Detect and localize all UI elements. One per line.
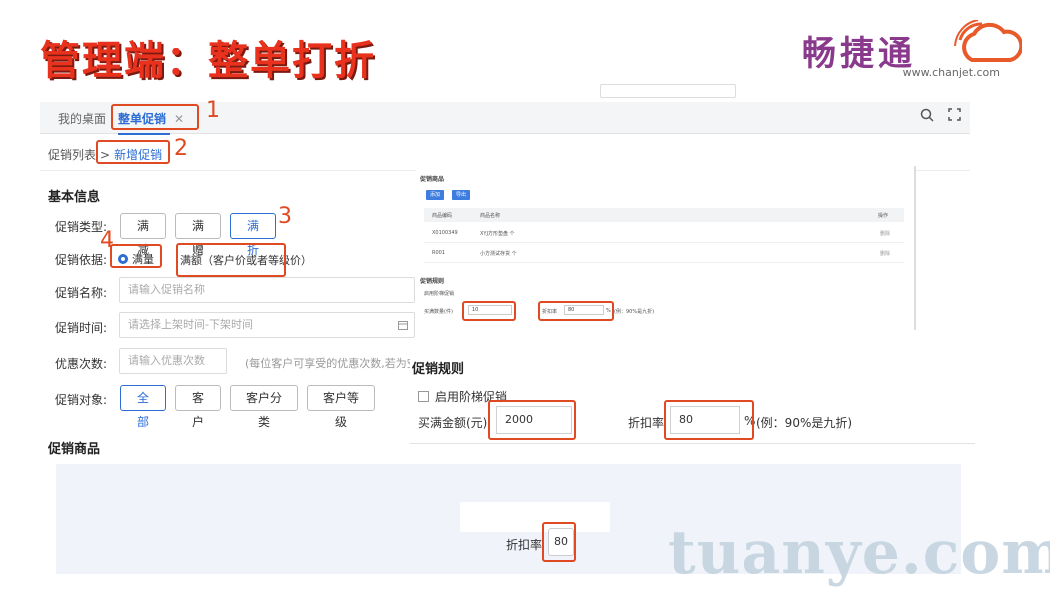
highlight-breadcrumb [96,140,170,164]
mini-add-button[interactable]: 添加 [426,190,444,200]
mini-row-divider [424,262,904,263]
mini-row-delete[interactable]: 删除 [880,230,890,237]
highlight-bottom-rate [542,522,576,562]
mini-row-divider [424,242,904,243]
target-customer-button[interactable]: 客户 [175,385,221,429]
highlight-mini-rate [538,301,614,321]
annotation-2: 2 [174,136,188,161]
promo-time-label: 促销时间: [55,321,108,335]
highlight-rate [664,400,754,440]
basic-info-heading: 基本信息 [48,190,101,205]
mini-row-code: R001 [432,250,446,256]
mini-header-name: 商品名称 [480,213,501,219]
slide-title: 管理端：整单打折 [40,38,376,84]
mini-row-delete[interactable]: 删除 [880,250,890,257]
mini-header-op: 操作 [878,213,889,219]
highlight-basis-amount [176,243,286,277]
promo-name-input[interactable]: 请输入促销名称 [119,277,415,303]
top-strip [40,84,970,100]
highlight-tab [111,104,199,130]
highlight-mini-qty [462,301,516,321]
annotation-3: 3 [278,204,292,229]
mini-ladder-checkbox[interactable]: 启用阶梯促销 [424,290,454,297]
bottom-card [460,502,610,532]
highlight-amount [488,400,576,440]
type-full-reduce-button[interactable]: 满减 [120,213,166,257]
checkbox-icon [418,391,429,402]
promo-target-label: 促销对象: [55,393,108,407]
cloud-logo-icon [954,20,1022,62]
promo-times-input[interactable]: 请输入优惠次数 [119,348,227,374]
rules-panel: 促销规则 启用阶梯促销 买满金额(元) 2000 折扣率 80 % (例：90%… [410,340,975,444]
mini-products-title: 促销商品 [420,176,445,183]
mini-hint: (例：90%是九折) [614,309,655,315]
tab-home[interactable]: 我的桌面 [58,110,106,127]
target-customer-category-button[interactable]: 客户分类 [230,385,298,429]
target-customer-level-button[interactable]: 客户等级 [307,385,375,429]
logo-url: www.chanjet.com [902,66,1000,79]
products-heading: 促销商品 [48,442,101,457]
type-full-gift-button[interactable]: 满赠 [175,213,221,257]
logo-name: 畅捷通 [802,34,916,74]
annotation-1: 1 [206,98,220,123]
rules-title: 促销规则 [412,362,465,377]
fullscreen-icon[interactable] [948,108,961,125]
mini-row-name: XYJ方形垫盘 个 [480,231,515,237]
mini-rules-title: 促销规则 [420,278,445,285]
promo-times-label: 优惠次数: [55,357,108,371]
bottom-rate-label: 折扣率 [506,538,543,552]
mini-preview: 促销商品 添加 导出 商品编码 商品名称 操作 X0100349 XYJ方形垫盘… [416,166,916,330]
promo-name-label: 促销名称: [55,286,108,300]
rate-hint: (例：90%是九折) [756,416,853,430]
annotation-4: 4 [100,228,114,253]
mini-row-code: X0100349 [432,230,458,236]
type-full-discount-button[interactable]: 满折 [230,213,276,257]
promo-basis-label: 促销依据: [55,253,108,267]
mini-header-code: 商品编码 [432,213,453,219]
search-icon[interactable] [920,108,934,126]
chanjet-logo: 畅捷通 www.chanjet.com [802,20,1022,80]
highlight-basis-qty [110,244,162,268]
watermark: tuanye.com [668,518,1050,588]
rate-label: 折扣率 [628,416,665,430]
promo-time-input[interactable]: 请选择上架时间-下架时间 [119,312,415,338]
breadcrumb-parent[interactable]: 促销列表 [48,148,96,162]
mini-export-button[interactable]: 导出 [452,190,470,200]
calendar-icon [398,321,408,330]
promo-time-placeholder: 请选择上架时间-下架时间 [128,318,253,331]
amount-label: 买满金额(元) [418,416,488,430]
target-all-button[interactable]: 全部 [120,385,166,429]
mini-row-name: 小方测试存货 个 [480,251,517,257]
mini-qty-label: 买满数量(件) [424,309,453,315]
